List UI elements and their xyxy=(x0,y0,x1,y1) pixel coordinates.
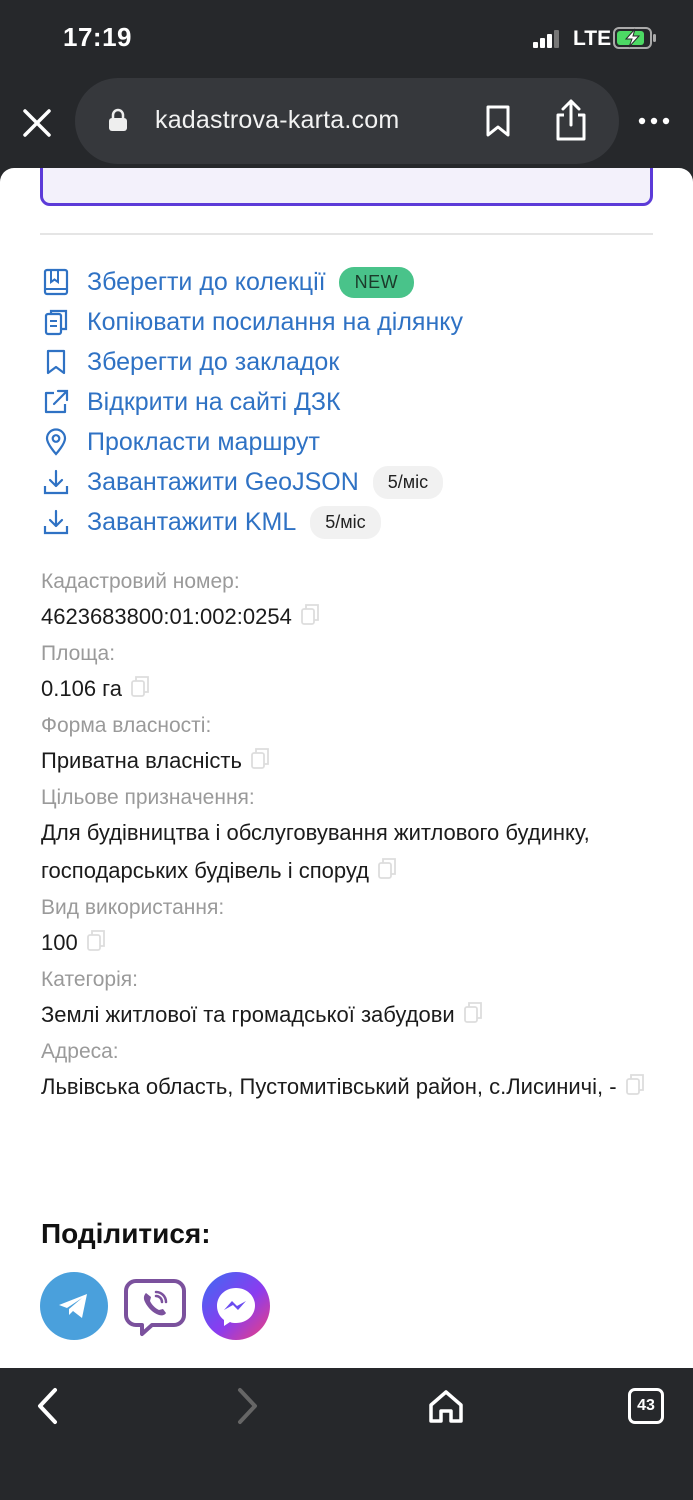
limit-badge: 5/міс xyxy=(310,505,381,539)
usage-value: 100 xyxy=(41,924,653,962)
download-icon xyxy=(40,466,72,498)
copy-icon[interactable] xyxy=(300,602,320,626)
ownership-value: Приватна власність xyxy=(41,742,653,780)
browser-toolbar: 43 xyxy=(0,1368,693,1500)
field-value-text: 100 xyxy=(41,930,78,955)
back-arrow-icon[interactable] xyxy=(33,1386,63,1426)
bookmark-icon[interactable] xyxy=(484,104,512,138)
action-save-bookmark[interactable]: Зберегти до закладок xyxy=(40,342,653,382)
more-options-icon[interactable] xyxy=(636,108,672,134)
lock-icon xyxy=(109,108,127,131)
category-label: Категорія: xyxy=(41,968,138,991)
action-copy-link[interactable]: Копіювати посилання на ділянку xyxy=(40,302,653,342)
field-value-text: Львівська область, Пустомитівський район… xyxy=(41,1074,617,1099)
new-badge: NEW xyxy=(338,266,415,298)
external-link-icon xyxy=(40,386,72,418)
share-buttons xyxy=(40,1272,283,1340)
copy-link-icon xyxy=(40,306,72,338)
copy-icon[interactable] xyxy=(463,1000,483,1024)
forward-arrow-icon[interactable] xyxy=(232,1386,262,1426)
action-label: Прокласти маршрут xyxy=(87,427,320,456)
field-value-text: Приватна власність xyxy=(41,748,242,773)
telegram-share-button[interactable] xyxy=(40,1272,108,1340)
ownership-label: Форма власності: xyxy=(41,714,212,737)
collection-icon xyxy=(40,266,72,298)
cellular-signal-icon xyxy=(533,30,559,48)
copy-icon[interactable] xyxy=(625,1072,645,1096)
action-label: Зберегти до закладок xyxy=(87,347,340,376)
previous-section-box xyxy=(40,168,653,206)
action-label: Відкрити на сайті ДЗК xyxy=(87,387,341,416)
share-icon[interactable] xyxy=(553,98,589,142)
purpose-value: Для будівництва і обслуговування житлово… xyxy=(41,814,653,890)
status-bar: 17:19 LTE xyxy=(0,0,693,78)
page-content: Зберегти до колекції NEW Копіювати посил… xyxy=(0,168,693,1368)
action-save-to-collection[interactable]: Зберегти до колекції NEW xyxy=(40,262,653,302)
copy-icon[interactable] xyxy=(130,674,150,698)
messenger-icon xyxy=(217,1288,255,1326)
action-label: Завантажити GeoJSON xyxy=(87,467,359,496)
messenger-share-button[interactable] xyxy=(202,1272,270,1340)
download-icon xyxy=(40,506,72,538)
address-label: Адреса: xyxy=(41,1040,119,1063)
browser-address-bar: kadastrova-karta.com xyxy=(0,78,693,168)
action-label: Зберегти до колекції xyxy=(87,267,326,296)
share-title: Поділитися: xyxy=(41,1218,211,1249)
address-value: Львівська область, Пустомитівський район… xyxy=(41,1068,653,1106)
location-pin-icon xyxy=(40,426,72,458)
url-field[interactable]: kadastrova-karta.com xyxy=(75,78,619,164)
telegram-icon xyxy=(59,1294,87,1318)
action-label: Завантажити KML xyxy=(87,507,297,536)
bookmark-icon xyxy=(40,346,72,378)
battery-charging-icon xyxy=(613,27,656,49)
actions-list: Зберегти до колекції NEW Копіювати посил… xyxy=(40,262,653,542)
field-value-text: Землі житлової та громадської забудови xyxy=(41,1002,455,1027)
home-icon[interactable] xyxy=(428,1388,464,1424)
action-label: Копіювати посилання на ділянку xyxy=(87,307,463,336)
area-value: 0.106 га xyxy=(41,670,653,708)
limit-badge: 5/міс xyxy=(372,465,444,499)
field-value-text: Для будівництва і обслуговування житлово… xyxy=(41,820,590,883)
field-value-text: 0.106 га xyxy=(41,676,122,701)
status-time: 17:19 xyxy=(63,22,132,52)
network-type: LTE xyxy=(573,27,612,50)
field-value-text: 4623683800:01:002:0254 xyxy=(41,604,292,629)
url-text: kadastrova-karta.com xyxy=(155,106,400,134)
parcel-info: Кадастровий номер: 4623683800:01:002:025… xyxy=(41,566,653,1108)
category-value: Землі житлової та громадської забудови xyxy=(41,996,653,1034)
usage-label: Вид використання: xyxy=(41,896,225,919)
copy-icon[interactable] xyxy=(250,746,270,770)
divider xyxy=(40,233,653,235)
action-download-geojson[interactable]: Завантажити GeoJSON 5/міс xyxy=(40,462,653,502)
action-open-dzk[interactable]: Відкрити на сайті ДЗК xyxy=(40,382,653,422)
area-label: Площа: xyxy=(41,642,116,665)
action-route[interactable]: Прокласти маршрут xyxy=(40,422,653,462)
tabs-count-button[interactable]: 43 xyxy=(628,1388,664,1424)
cadastral-number-label: Кадастровий номер: xyxy=(41,570,240,593)
viber-share-button[interactable] xyxy=(121,1272,189,1340)
cadastral-number-value: 4623683800:01:002:0254 xyxy=(41,598,653,636)
copy-icon[interactable] xyxy=(377,856,397,880)
purpose-label: Цільове призначення: xyxy=(41,786,255,809)
copy-icon[interactable] xyxy=(86,928,106,952)
close-icon[interactable] xyxy=(20,106,54,140)
action-download-kml[interactable]: Завантажити KML 5/міс xyxy=(40,502,653,542)
viber-icon xyxy=(124,1279,186,1336)
